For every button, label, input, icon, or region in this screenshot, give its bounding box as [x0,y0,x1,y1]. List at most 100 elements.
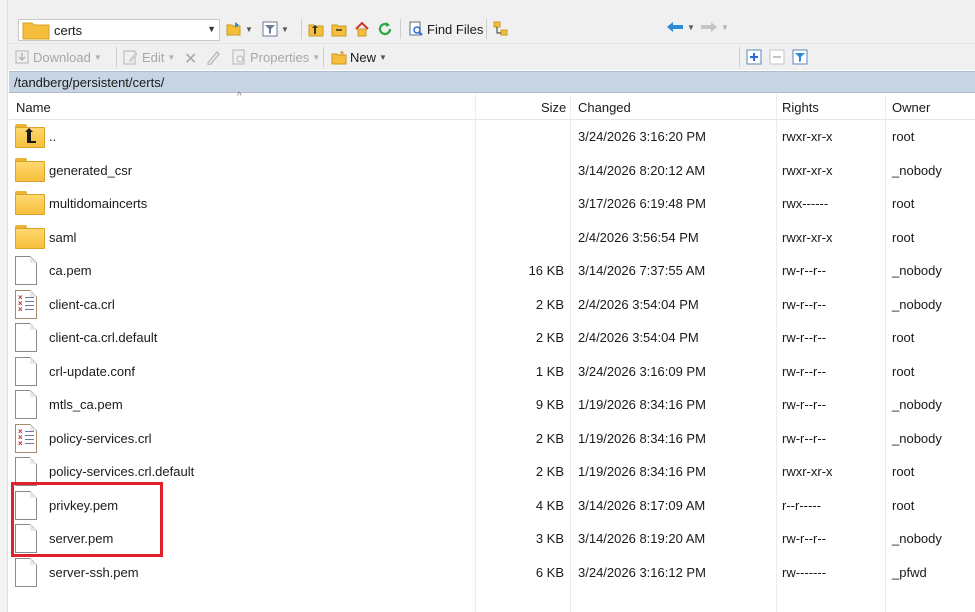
file-icon-cell [15,356,37,389]
file-changed: 3/24/2026 3:16:20 PM [578,129,706,144]
file-owner: _nobody [892,263,942,278]
folder-icon [15,156,45,182]
file-changed: 3/14/2026 8:17:09 AM [578,497,706,513]
file-row[interactable]: server-ssh.pem 6 KB 3/24/2026 3:16:12 PM rw… [9,556,975,590]
file-owner: root [892,196,915,211]
file-name: policy-services.crl.default [49,464,195,479]
file-row[interactable]: .. 3/24/2026 3:16:20 PM rwxr-xr-x root [9,120,975,154]
file-changed: 1/19/2026 8:34:16 PM [578,464,706,479]
file-rights: rwxr-xr-x [782,162,833,178]
chevron-down-icon[interactable]: ▼ [687,23,695,32]
refresh-button[interactable] [377,21,393,37]
folder-icon [15,223,45,249]
file-row[interactable]: crl-update.conf 1 KB 3/24/2026 3:16:09 PM r… [9,355,975,389]
root-folder-icon [331,24,347,37]
file-rights: rw------- [782,564,827,580]
file-rights: rw-r--r-- [782,363,827,379]
chevron-down-icon[interactable]: ▼ [312,53,320,62]
refresh-icon [378,22,392,36]
file-row[interactable]: ca.pem 16 KB 3/14/2026 7:37:55 AM rw-r--r--… [9,254,975,288]
properties-button[interactable]: Properties ▼ [231,49,320,65]
root-directory-button[interactable] [331,21,347,37]
file-owner: _pfwd [892,564,927,580]
chevron-down-icon[interactable]: ▼ [245,25,253,34]
chevron-down-icon[interactable]: ▼ [281,25,289,34]
back-button[interactable]: ▼ [666,21,695,33]
tree-icon [493,21,508,36]
file-changed: 3/24/2026 3:16:09 PM [578,363,706,379]
forward-button[interactable]: ▼ [700,21,729,33]
file-row[interactable]: saml 2/4/2026 3:56:54 PM rwxr-xr-x root [9,221,975,255]
file-size: 3 KB [535,531,564,546]
file-name: server-ssh.pem [49,564,139,580]
chevron-down-icon[interactable]: ▼ [207,24,216,34]
file-icon-cell [15,122,45,149]
find-files-button[interactable]: Find Files [408,21,483,37]
file-rights: rwx------ [782,196,829,211]
file-size: 6 KB [535,564,564,580]
edit-icon [123,50,138,65]
parent-folder-icon [308,24,324,37]
rename-button[interactable] [206,49,222,65]
file-row[interactable]: generated_csr 3/14/2026 8:20:12 AM rwxr-xr… [9,154,975,188]
chevron-down-icon[interactable]: ▼ [721,23,729,32]
file-owner: root [892,363,915,379]
file-owner: _nobody [892,397,942,412]
file-rights: rw-r--r-- [782,263,827,278]
file-owner: root [892,330,915,345]
chevron-down-icon[interactable]: ▼ [379,53,387,62]
file-icon [15,323,37,352]
file-row[interactable]: mtls_ca.pem 9 KB 1/19/2026 8:34:16 PM rw-r-… [9,388,975,422]
file-row[interactable]: client-ca.crl.default 2 KB 2/4/2026 3:54:0… [9,321,975,355]
chevron-down-icon[interactable]: ▼ [94,53,102,62]
file-size: 9 KB [535,397,564,412]
filter-check-icon [792,49,808,65]
file-row[interactable]: multidomaincerts 3/17/2026 6:19:48 PM rwx-… [9,187,975,221]
column-header-name[interactable]: Name [16,100,51,115]
delete-button[interactable]: ✕ [184,49,197,69]
file-icon [15,557,37,587]
file-name: .. [49,129,57,144]
file-rights: rw-r--r-- [782,330,827,345]
filter-selection-button[interactable] [792,49,808,65]
file-list-header: Name ^ Size Changed Rights Owner [9,91,975,120]
open-folder-icon [226,22,241,36]
column-header-owner[interactable]: Owner [892,100,930,115]
tree-toggle-button[interactable] [493,21,509,37]
filter-button[interactable]: ▼ [262,21,289,37]
chevron-down-icon[interactable]: ▼ [167,53,175,62]
file-row[interactable]: × × × policy-services.crl 2 KB 1/19/2026 8:… [9,422,975,456]
column-header-changed[interactable]: Changed [578,100,631,115]
file-rights: rw-r--r-- [782,296,827,312]
file-icon-cell: × × × [15,423,37,456]
path-combo[interactable]: certs ▼ [18,19,220,41]
file-owner: _nobody [892,430,942,446]
home-icon [355,21,369,37]
home-directory-button[interactable] [354,21,370,37]
toolbar-actions: Download ▼ Edit ▼ ✕ Properties ▼ New ▼ [0,44,975,70]
file-icon [15,256,37,285]
arrow-right-icon [701,22,717,32]
download-button[interactable]: Download ▼ [14,49,102,65]
unselect-all-button[interactable] [769,49,785,65]
file-owner: _nobody [892,162,942,178]
file-name: crl-update.conf [49,363,135,379]
file-icon-cell [15,557,37,590]
file-icon [15,356,37,386]
file-changed: 1/19/2026 8:34:16 PM [578,430,706,446]
column-header-size[interactable]: Size [541,100,566,115]
select-all-button[interactable] [746,49,762,65]
file-rights: rw-r--r-- [782,397,827,412]
file-rights: rw-r--r-- [782,430,827,446]
open-directory-button[interactable]: ▼ [226,21,253,37]
edit-button[interactable]: Edit ▼ [123,49,175,65]
download-label: Download [33,49,91,65]
parent-directory-button[interactable] [308,21,324,37]
column-header-rights[interactable]: Rights [782,100,819,115]
folder-icon [15,189,45,215]
rename-icon [207,51,220,65]
file-row[interactable]: × × × client-ca.crl 2 KB 2/4/2026 3:54:04 P… [9,288,975,322]
file-owner: root [892,497,915,513]
download-icon [15,50,29,64]
new-button[interactable]: New ▼ [331,49,387,65]
